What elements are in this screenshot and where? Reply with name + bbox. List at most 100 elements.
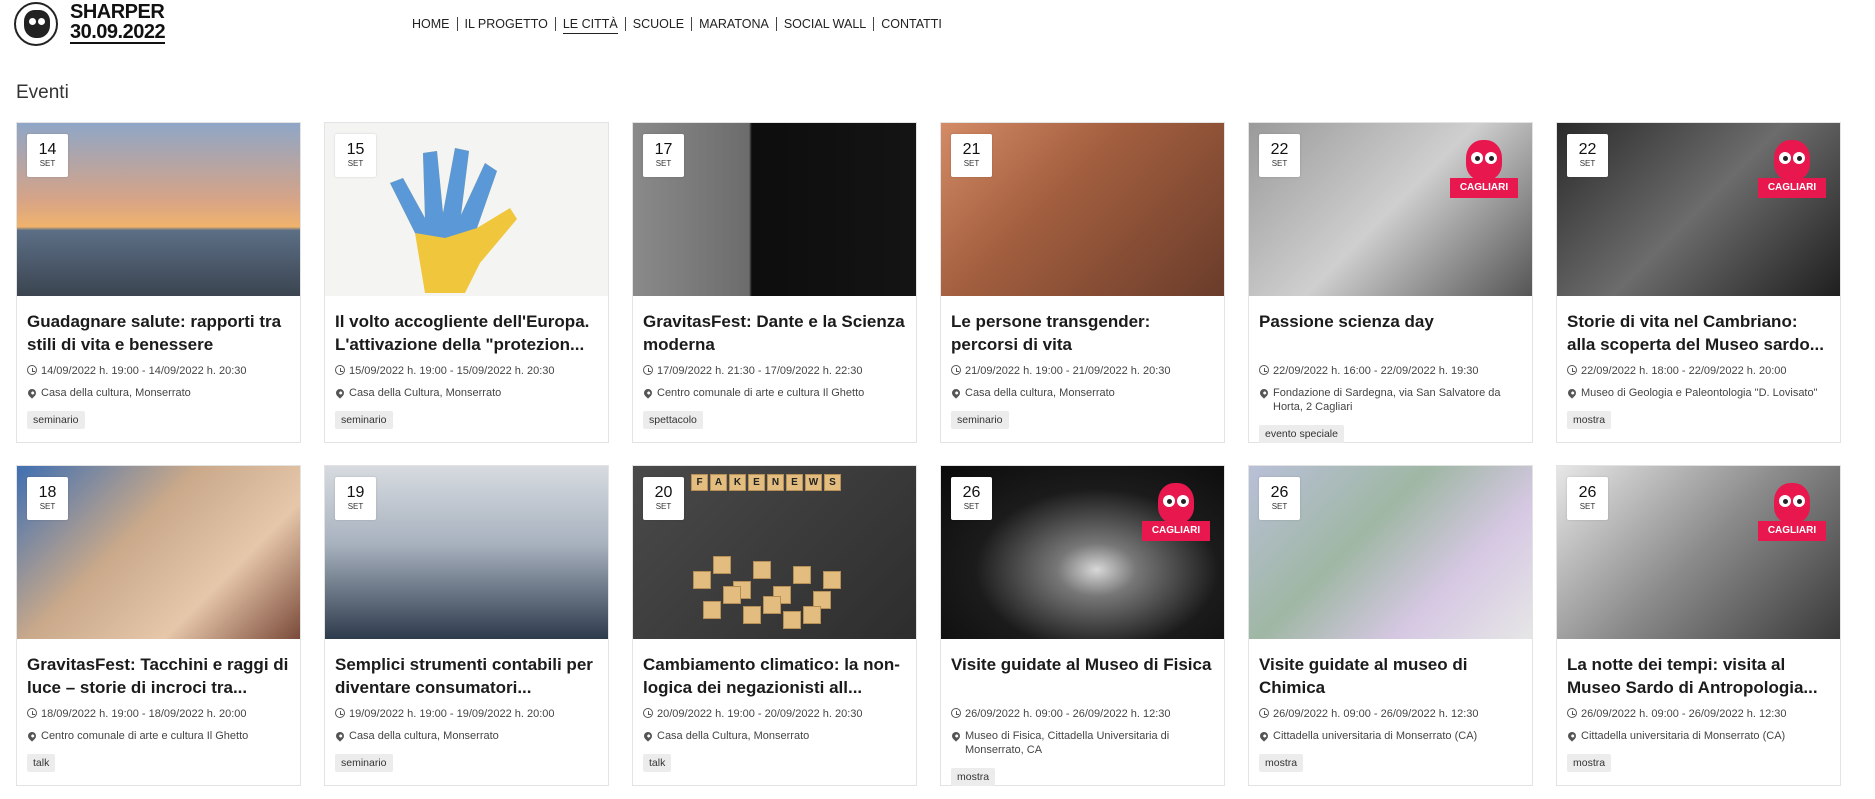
event-image[interactable]: 14 SET	[17, 123, 300, 296]
event-tag[interactable]: seminario	[27, 411, 85, 429]
date-day: 26	[1578, 484, 1597, 501]
event-image[interactable]: 22 SET CAGLIARI	[1557, 123, 1840, 296]
event-time: 21/09/2022 h. 19:00 - 21/09/2022 h. 20:3…	[965, 365, 1171, 377]
event-place: Fondazione di Sardegna, via San Salvator…	[1273, 387, 1501, 413]
site-logo[interactable]: SHARPER 30.09.2022	[14, 2, 166, 52]
date-day: 20	[654, 484, 673, 501]
event-image[interactable]: 22 SET CAGLIARI	[1249, 123, 1532, 296]
date-day: 21	[962, 141, 981, 158]
nav-label: IL PROGETTO	[464, 17, 548, 31]
event-title[interactable]: Le persone transgender: percorsi di vita	[951, 310, 1214, 356]
location-pin-icon	[1258, 730, 1270, 742]
event-tag[interactable]: evento speciale	[1259, 425, 1344, 443]
date-badge: 19 SET	[335, 477, 376, 520]
event-tag[interactable]: seminario	[335, 754, 393, 772]
event-tag[interactable]: mostra	[951, 768, 996, 786]
event-image[interactable]: 26 SET CAGLIARI	[1557, 466, 1840, 639]
event-tag[interactable]: seminario	[335, 411, 393, 429]
clock-icon	[951, 708, 961, 718]
event-title[interactable]: Visite guidate al museo di Chimica	[1259, 653, 1522, 699]
event-title[interactable]: GravitasFest: Dante e la Scienza moderna	[643, 310, 906, 356]
date-day: 14	[38, 141, 57, 158]
hand-image	[390, 148, 517, 293]
event-tag[interactable]: spettacolo	[643, 411, 703, 429]
event-card[interactable]: 15 SET Il volto accogliente dell'Europa.…	[324, 122, 609, 443]
letter-tile: E	[748, 474, 765, 491]
clock-icon	[335, 365, 345, 375]
event-title[interactable]: Il volto accogliente dell'Europa. L'atti…	[335, 310, 598, 356]
event-image[interactable]: 26 SET	[1249, 466, 1532, 639]
event-title[interactable]: La notte dei tempi: visita al Museo Sard…	[1567, 653, 1830, 699]
event-image[interactable]: 15 SET	[325, 123, 608, 296]
nav-item-maratona[interactable]: MARATONA	[692, 17, 777, 31]
date-month: SET	[347, 159, 364, 168]
event-image[interactable]: FAKENEWS 20 SET	[633, 466, 916, 639]
event-card[interactable]: 26 SET CAGLIARI Visite guidate al Museo …	[940, 465, 1225, 786]
event-place: Museo di Fisica, Cittadella Universitari…	[965, 730, 1170, 756]
location-pin-icon	[950, 387, 962, 399]
date-badge: 26 SET	[1259, 477, 1300, 520]
event-time: 22/09/2022 h. 18:00 - 22/09/2022 h. 20:0…	[1581, 365, 1787, 377]
brand-label: CAGLIARI	[1450, 178, 1518, 198]
date-badge: 18 SET	[27, 477, 68, 520]
date-month: SET	[655, 159, 672, 168]
letter-tile: N	[767, 474, 784, 491]
date-day: 22	[1270, 141, 1289, 158]
clock-icon	[27, 708, 37, 718]
nav-item-home[interactable]: HOME	[412, 17, 458, 31]
event-title[interactable]: Passione scienza day	[1259, 310, 1522, 356]
clock-icon	[643, 708, 653, 718]
event-tag[interactable]: mostra	[1567, 411, 1612, 429]
event-title[interactable]: Storie di vita nel Cambriano: alla scope…	[1567, 310, 1830, 356]
event-time: 26/09/2022 h. 09:00 - 26/09/2022 h. 12:3…	[1581, 708, 1787, 720]
letter-tile: F	[691, 474, 708, 491]
location-pin-icon	[1566, 730, 1578, 742]
event-card[interactable]: 26 SET Visite guidate al museo di Chimic…	[1248, 465, 1533, 786]
event-card[interactable]: 26 SET CAGLIARI La notte dei tempi: visi…	[1556, 465, 1841, 786]
event-title[interactable]: Guadagnare salute: rapporti tra stili di…	[27, 310, 290, 356]
event-card[interactable]: 19 SET Semplici strumenti contabili per …	[324, 465, 609, 786]
date-day: 19	[346, 484, 365, 501]
event-time: 26/09/2022 h. 09:00 - 26/09/2022 h. 12:3…	[965, 708, 1171, 720]
event-card[interactable]: 22 SET CAGLIARI Storie di vita nel Cambr…	[1556, 122, 1841, 443]
clock-icon	[335, 708, 345, 718]
nav-item-scuole[interactable]: SCUOLE	[626, 17, 693, 31]
event-card[interactable]: 17 SET GravitasFest: Dante e la Scienza …	[632, 122, 917, 443]
event-title[interactable]: GravitasFest: Tacchini e raggi di luce –…	[27, 653, 290, 699]
letter-tile: E	[786, 474, 803, 491]
date-month: SET	[1271, 159, 1288, 168]
nav-label: SCUOLE	[632, 17, 685, 31]
event-tag[interactable]: talk	[27, 754, 56, 772]
nav-item-social-wall[interactable]: SOCIAL WALL	[777, 17, 875, 31]
location-pin-icon	[334, 387, 346, 399]
date-month: SET	[1271, 502, 1288, 511]
event-card[interactable]: 21 SET Le persone transgender: percorsi …	[940, 122, 1225, 443]
nav-item-il-progetto[interactable]: IL PROGETTO	[458, 17, 556, 31]
date-badge: 22 SET	[1259, 134, 1300, 177]
date-day: 26	[962, 484, 981, 501]
event-time: 26/09/2022 h. 09:00 - 26/09/2022 h. 12:3…	[1273, 708, 1479, 720]
event-image[interactable]: 18 SET	[17, 466, 300, 639]
event-title[interactable]: Semplici strumenti contabili per diventa…	[335, 653, 598, 699]
nav-label: LE CITTÀ	[562, 17, 618, 34]
event-image[interactable]: 21 SET	[941, 123, 1224, 296]
event-card[interactable]: 18 SET GravitasFest: Tacchini e raggi di…	[16, 465, 301, 786]
event-image[interactable]: 19 SET	[325, 466, 608, 639]
event-tag[interactable]: mostra	[1259, 754, 1304, 772]
nav-item-le-citta[interactable]: LE CITTÀ	[556, 17, 626, 34]
event-tag[interactable]: seminario	[951, 411, 1009, 429]
event-tag[interactable]: mostra	[1567, 754, 1612, 772]
event-title[interactable]: Cambiamento climatico: la non-logica dei…	[643, 653, 906, 699]
event-card[interactable]: FAKENEWS 20 SET Cambiamento climatico: l…	[632, 465, 917, 786]
event-card[interactable]: 22 SET CAGLIARI Passione scienza day 22/…	[1248, 122, 1533, 443]
event-image[interactable]: 26 SET CAGLIARI	[941, 466, 1224, 639]
cagliari-owl-icon: CAGLIARI	[1758, 483, 1826, 543]
event-time: 15/09/2022 h. 19:00 - 15/09/2022 h. 20:3…	[349, 365, 555, 377]
event-image[interactable]: 17 SET	[633, 123, 916, 296]
nav-item-contatti[interactable]: CONTATTI	[874, 17, 949, 31]
date-day: 15	[346, 141, 365, 158]
event-tag[interactable]: talk	[643, 754, 672, 772]
event-title[interactable]: Visite guidate al Museo di Fisica	[951, 653, 1214, 699]
brand-label: CAGLIARI	[1758, 178, 1826, 198]
event-card[interactable]: 14 SET Guadagnare salute: rapporti tra s…	[16, 122, 301, 443]
